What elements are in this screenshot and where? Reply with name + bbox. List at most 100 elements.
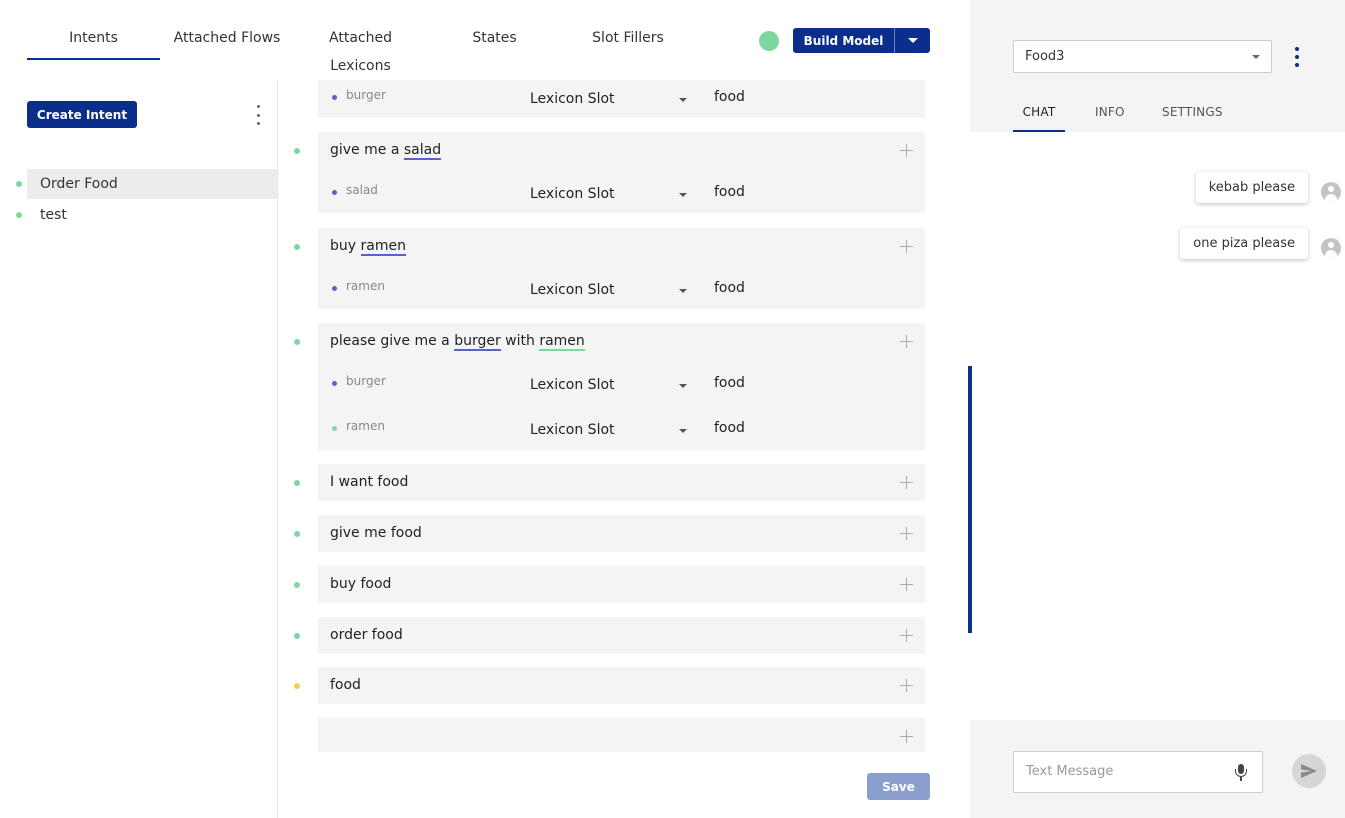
example-sentence[interactable]: order food: [330, 627, 403, 643]
model-select-value: Food3: [1025, 49, 1065, 64]
sentence-text: with: [500, 333, 540, 349]
sentence-text: buy: [330, 238, 361, 254]
slot-dot: [332, 426, 337, 431]
slot-highlight[interactable]: ramen: [360, 238, 406, 256]
slot-type-select[interactable]: Lexicon Slot: [530, 422, 615, 438]
chat-header: Food3 CHAT INFO SETTINGS: [970, 0, 1345, 132]
send-button[interactable]: [1292, 754, 1326, 788]
example-sentence[interactable]: I want food: [330, 474, 408, 490]
tab-states[interactable]: States: [457, 24, 532, 60]
intent-item-test[interactable]: test: [0, 200, 277, 230]
example-card: burger Lexicon Slot food: [318, 80, 925, 118]
slot-dot: [332, 286, 337, 291]
intents-more-icon[interactable]: [250, 105, 266, 125]
model-select[interactable]: Food3: [1013, 40, 1272, 73]
add-slot-icon[interactable]: [900, 679, 913, 692]
slot-value[interactable]: food: [714, 375, 745, 391]
example-status-dot: [294, 582, 300, 588]
message-input-placeholder: Text Message: [1026, 764, 1114, 779]
example-card: I want food: [318, 464, 925, 501]
intent-label: test: [40, 207, 67, 223]
build-options-dropdown[interactable]: [895, 38, 930, 43]
tab-intents[interactable]: Intents: [27, 24, 160, 60]
tab-chat[interactable]: CHAT: [1013, 103, 1065, 132]
example-status-dot: [294, 683, 300, 689]
panel-resize-handle[interactable]: [968, 366, 972, 633]
intent-item-order-food[interactable]: Order Food: [16, 169, 277, 199]
example-sentence[interactable]: buy ramen: [330, 238, 406, 256]
slot-type-select[interactable]: Lexicon Slot: [530, 91, 615, 107]
sentence-text: give me a: [330, 142, 404, 158]
add-slot-icon[interactable]: [900, 629, 913, 642]
chat-panel: Food3 CHAT INFO SETTINGS kebab please on…: [970, 0, 1345, 818]
slot-name: ramen: [346, 419, 385, 433]
slot-name: salad: [346, 183, 378, 197]
example-status-dot: [294, 480, 300, 486]
chevron-down-icon: [907, 38, 918, 43]
create-intent-button[interactable]: Create Intent: [27, 101, 137, 128]
add-slot-icon[interactable]: [900, 144, 913, 157]
slot-row: burger Lexicon Slot food: [318, 372, 925, 396]
example-sentence[interactable]: food: [330, 677, 361, 693]
tab-attached-flows[interactable]: Attached Flows: [167, 24, 287, 60]
example-status-dot: [294, 148, 300, 154]
tab-slot-fillers[interactable]: Slot Fillers: [582, 24, 674, 60]
microphone-icon[interactable]: [1234, 764, 1248, 782]
chevron-down-icon[interactable]: [679, 193, 687, 197]
add-slot-icon[interactable]: [900, 240, 913, 253]
tab-attached-lexicons[interactable]: Attached Lexicons: [298, 24, 423, 74]
slot-dot: [332, 190, 337, 195]
add-slot-icon[interactable]: [900, 578, 913, 591]
chevron-down-icon[interactable]: [679, 289, 687, 293]
slot-value[interactable]: food: [714, 420, 745, 436]
add-slot-icon[interactable]: [900, 476, 913, 489]
message-input[interactable]: Text Message: [1013, 751, 1263, 793]
add-slot-icon[interactable]: [900, 730, 913, 743]
new-example-input[interactable]: [318, 718, 925, 752]
example-sentence[interactable]: buy food: [330, 576, 391, 592]
chat-message-bubble: one piza please: [1180, 228, 1308, 259]
example-status-dot: [294, 244, 300, 250]
example-card: food: [318, 667, 925, 704]
chevron-down-icon[interactable]: [679, 98, 687, 102]
examples-list: burger Lexicon Slot food give me a salad…: [290, 80, 930, 818]
slot-highlight[interactable]: burger: [454, 333, 501, 351]
build-model-button[interactable]: Build Model: [793, 28, 930, 53]
tab-settings[interactable]: SETTINGS: [1162, 103, 1223, 132]
slot-type-select[interactable]: Lexicon Slot: [530, 282, 615, 298]
slot-name: burger: [346, 374, 386, 388]
intents-panel: Create Intent Order Food test: [0, 80, 278, 818]
slot-highlight[interactable]: ramen: [539, 333, 585, 351]
chat-more-icon[interactable]: [1295, 47, 1299, 67]
example-status-dot: [294, 531, 300, 537]
example-card: give me a salad salad Lexicon Slot food: [318, 132, 925, 213]
example-sentence[interactable]: give me food: [330, 525, 422, 541]
slot-row: ramen Lexicon Slot food: [318, 417, 925, 441]
slot-row: ramen Lexicon Slot food: [318, 277, 925, 301]
example-card: please give me a burger with ramen burge…: [318, 323, 925, 450]
slot-highlight[interactable]: salad: [403, 142, 442, 160]
chevron-down-icon[interactable]: [679, 384, 687, 388]
tab-info[interactable]: INFO: [1095, 103, 1125, 132]
chevron-down-icon[interactable]: [679, 429, 687, 433]
add-slot-icon[interactable]: [900, 527, 913, 540]
slot-name: ramen: [346, 279, 385, 293]
slot-type-select[interactable]: Lexicon Slot: [530, 377, 615, 393]
user-avatar-icon: [1321, 238, 1341, 258]
chat-messages: kebab please one piza please: [970, 132, 1345, 720]
example-sentence[interactable]: give me a salad: [330, 142, 442, 160]
example-sentence[interactable]: please give me a burger with ramen: [330, 333, 585, 351]
intent-status-dot: [16, 181, 22, 187]
slot-value[interactable]: food: [714, 89, 745, 105]
slot-value[interactable]: food: [714, 184, 745, 200]
app: Intents Attached Flows Attached Lexicons…: [0, 0, 1345, 818]
example-card: order food: [318, 617, 925, 654]
save-button[interactable]: Save: [867, 773, 930, 800]
example-card: give me food: [318, 515, 925, 552]
slot-value[interactable]: food: [714, 280, 745, 296]
slot-name: burger: [346, 88, 386, 102]
example-card: buy ramen ramen Lexicon Slot food: [318, 228, 925, 309]
add-slot-icon[interactable]: [900, 335, 913, 348]
slot-type-select[interactable]: Lexicon Slot: [530, 186, 615, 202]
model-status-indicator: [759, 31, 779, 51]
